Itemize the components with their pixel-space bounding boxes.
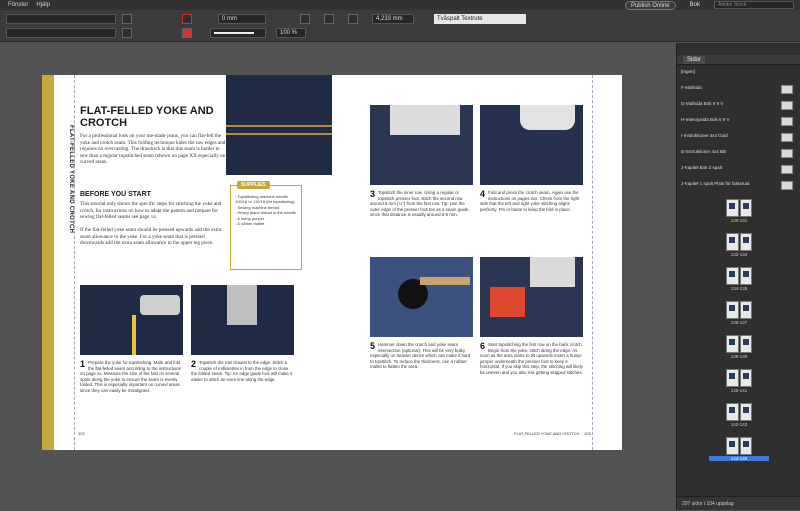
step2-text: 2 Topstitch the row closest to the edge. …: [191, 359, 293, 382]
master-item[interactable]: G-Mallsida Bok 6 9 V: [681, 101, 793, 111]
yoke-photo: [226, 75, 332, 175]
top-right-controls: Publish Online Bok Adobe Stock: [617, 0, 800, 10]
menu-bar: Fönster Hjälp Publish Online Bok Adobe S…: [0, 0, 800, 10]
menu-item-window[interactable]: Fönster: [8, 2, 28, 8]
supplies-header: SUPPLIES: [237, 181, 270, 189]
step6-text: 6 Start topstitching the first row on the…: [480, 341, 583, 375]
master-item[interactable]: H-Intervjusida Bok 6 9 V: [681, 117, 793, 127]
document-canvas[interactable]: FLAT-FELLED YOKE AND CROTCH FLAT-FELLED …: [0, 43, 676, 510]
margin-guide: [592, 75, 593, 450]
pages-panel: Sidor [Ingen] F-Mallsida G-Mallsida Bok …: [676, 43, 800, 510]
master-item[interactable]: J-Kapitel 1 spalt Plats för faktaruta: [681, 181, 793, 191]
supplies-item: Heavy jeans thread in the needle: [235, 210, 301, 215]
page-spread: FLAT-FELLED YOKE AND CROTCH FLAT-FELLED …: [42, 75, 622, 450]
supplies-item: Topstitching machine needle 100/16 or 11…: [235, 194, 301, 205]
running-footer: FLAT-FELLED YOKE AND CROTCH: [514, 431, 580, 436]
before-text: This tutorial only shows the specific st…: [80, 201, 222, 221]
opacity-field[interactable]: 100 %: [276, 28, 306, 38]
page-spread-thumb[interactable]: 132-133: [709, 233, 769, 257]
page-spread-thumb[interactable]: 142-143: [709, 403, 769, 427]
step4-photo: [480, 105, 583, 185]
grid-icon[interactable]: [348, 14, 358, 24]
step2-photo: [191, 285, 294, 355]
stock-search-input[interactable]: Adobe Stock: [714, 1, 794, 9]
pages-panel-footer: 207 sidor i 104 uppslag: [677, 496, 800, 510]
supplies-list: Topstitching machine needle 100/16 or 11…: [235, 194, 301, 226]
page-spread-thumb[interactable]: 140-141: [709, 369, 769, 393]
master-item[interactable]: I-Instruktioner 4x4 Guld: [681, 133, 793, 143]
stroke-swatch-icon[interactable]: [182, 28, 192, 38]
workspace-switcher[interactable]: Bok: [690, 2, 700, 8]
page-spread-thumb[interactable]: 134-135: [709, 267, 769, 291]
rotate-icon[interactable]: [122, 14, 132, 24]
stroke-weight-field[interactable]: 0 mm: [218, 14, 266, 24]
step5-photo: [370, 257, 473, 337]
transform-field[interactable]: [6, 28, 116, 38]
page-spread-thumb[interactable]: 136-137: [709, 301, 769, 325]
step3-text: 3 Topstitch the inner row. Using a regula…: [370, 189, 470, 218]
step1-photo: [80, 285, 183, 355]
gold-margin-bar: [42, 75, 54, 450]
before-heading: BEFORE YOU START: [80, 191, 151, 198]
left-page: FLAT-FELLED YOKE AND CROTCH FLAT-FELLED …: [42, 75, 332, 450]
effects-icon[interactable]: [300, 14, 310, 24]
supplies-box: SUPPLIES Topstitching machine needle 100…: [230, 181, 302, 270]
step6-photo: [480, 257, 583, 337]
step4-text: 4 Fold and press the crotch seam. Again u…: [480, 189, 580, 212]
reference-point-field[interactable]: [6, 14, 116, 24]
master-item[interactable]: J-Kapitel Bok 2 spalt: [681, 165, 793, 175]
control-panel: 0 mm 100 % 4,233 mm Tvåspalt Textrute: [0, 10, 800, 42]
page-title: FLAT-FELLED YOKE AND CROTCH: [80, 105, 214, 129]
page-spread-thumb[interactable]: 138-139: [709, 335, 769, 359]
right-page: 3 Topstitch the inner row. Using a regula…: [332, 75, 622, 450]
margin-guide: [74, 75, 75, 450]
step1-text: 1 Prepare the yoke for topstitching. Mark…: [80, 359, 181, 393]
page-number-left: 102: [78, 431, 85, 436]
pages-panel-tab[interactable]: Sidor: [677, 55, 800, 65]
object-style-dropdown[interactable]: Tvåspalt Textrute: [434, 14, 526, 24]
before-text-2: If the flat-felled yoke seam should be p…: [80, 227, 222, 247]
master-item[interactable]: [Ingen]: [681, 69, 793, 79]
stroke-type-field[interactable]: [210, 28, 266, 38]
supplies-item: A rubber mallet: [235, 221, 301, 226]
shear-icon[interactable]: [122, 28, 132, 38]
master-item[interactable]: B-Instruktioner 4x4 BB: [681, 149, 793, 159]
fill-none-icon[interactable]: [182, 14, 192, 24]
publish-online-button[interactable]: Publish Online: [624, 0, 676, 10]
page-spread-thumb[interactable]: 130-131: [709, 199, 769, 223]
step5-text: 5 Hammer down the crotch and yoke seam in…: [370, 341, 471, 370]
master-item[interactable]: F-Mallsida: [681, 85, 793, 95]
intro-text: For a professional look on your me-made …: [80, 133, 226, 166]
page-number-right: 103: [584, 431, 591, 436]
spacing-field[interactable]: 4,233 mm: [372, 14, 414, 24]
step3-photo: [370, 105, 473, 185]
fx-icon[interactable]: [324, 14, 334, 24]
menu-item-help[interactable]: Hjälp: [36, 2, 50, 8]
page-spread-thumb-selected[interactable]: 144-145: [709, 437, 769, 461]
